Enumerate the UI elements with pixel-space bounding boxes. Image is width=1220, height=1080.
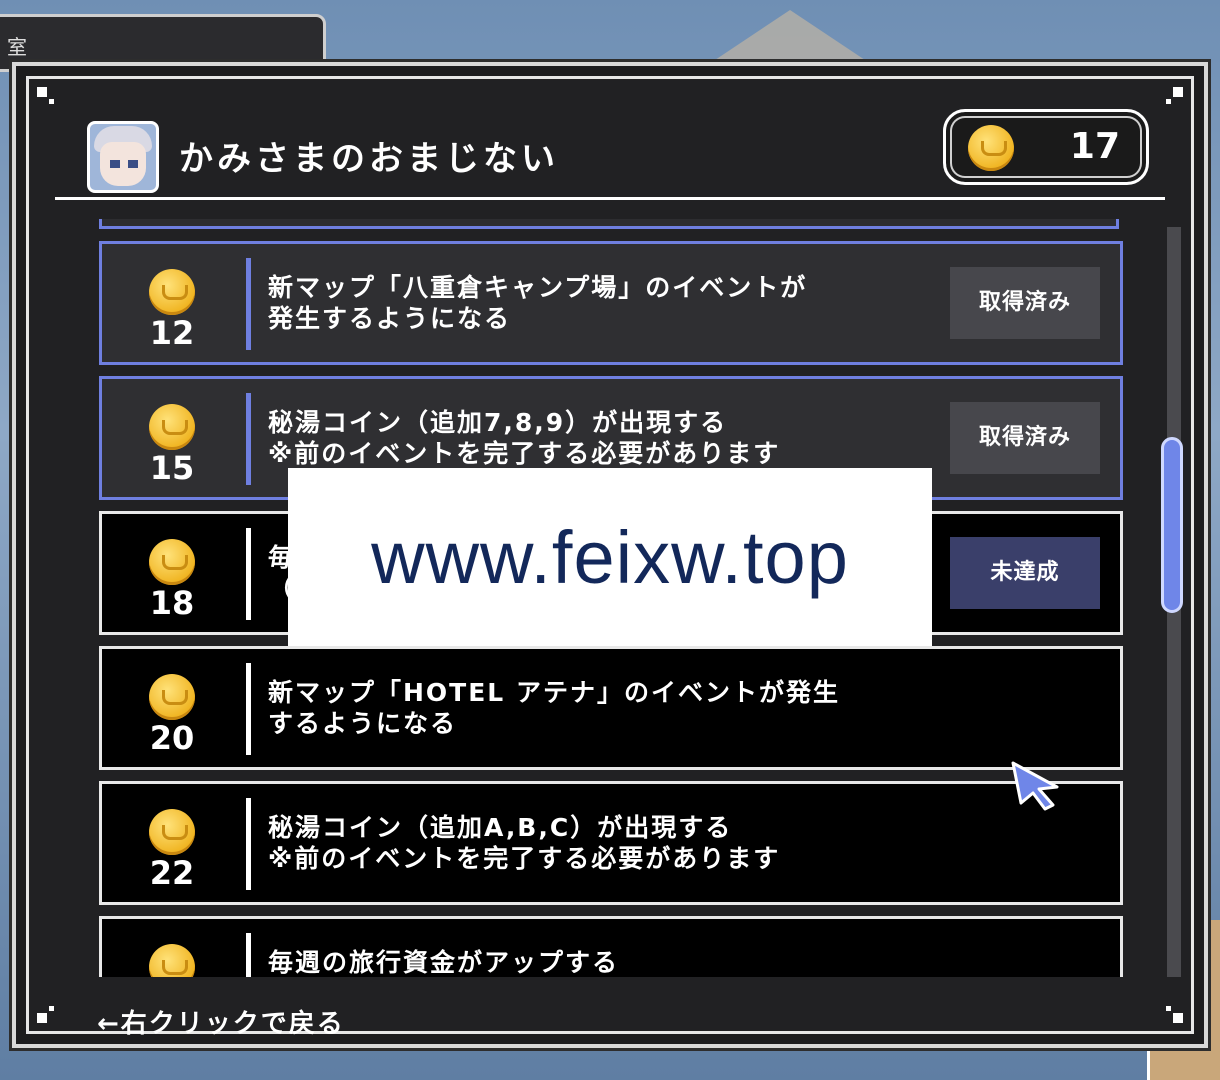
reward-row[interactable]: 20 新マップ「HOTEL アテナ」のイベントが発生 するようになる [99,646,1123,770]
corner-ornament-icon [37,87,55,105]
reward-description: 秘湯コイン（追加A,B,C）が出現する ※前のイベントを完了する必要があります [268,813,781,873]
back-hint: ←右クリックで戻る [97,1009,345,1039]
reward-row[interactable]: 22 秘湯コイン（追加A,B,C）が出現する ※前のイベントを完了する必要がありま… [99,781,1123,905]
row-divider [246,258,251,350]
corner-ornament-icon [37,1005,55,1023]
header-divider [55,197,1165,200]
claimed-badge: 取得済み [950,267,1100,339]
reward-description: 秘湯コイン（追加7,8,9）が出現する ※前のイベントを完了する必要があります [268,408,781,468]
scrollbar-thumb[interactable] [1161,437,1183,613]
coin-icon [968,125,1014,171]
reward-description: 新マップ「八重倉キャンプ場」のイベントが 発生するようになる [268,273,808,333]
corner-ornament-icon [1165,87,1183,105]
coin-icon [149,539,195,585]
reward-cost: 18 [149,584,195,622]
reward-description: 新マップ「HOTEL アテナ」のイベントが発生 するようになる [268,678,840,738]
reward-description: 毎週の旅行資金がアップする [268,948,620,977]
row-divider [246,933,251,977]
reward-row[interactable]: 毎週の旅行資金がアップする [99,916,1123,977]
reward-cost: 20 [149,719,195,757]
list-item-partial [99,219,1119,229]
coin-icon [149,809,195,855]
row-divider [246,393,251,485]
claim-button[interactable]: 未達成 [950,537,1100,609]
claimed-badge: 取得済み [950,402,1100,474]
coin-counter: 17 [943,109,1149,185]
coin-icon [149,674,195,720]
row-divider [246,663,251,755]
reward-cost: 15 [149,449,195,487]
reward-cost: 12 [149,314,195,352]
character-avatar [87,121,159,193]
coin-icon [149,404,195,450]
cursor-arrow-icon [1011,761,1059,811]
coin-icon [149,269,195,315]
watermark-banner: www.feixw.top [288,468,932,646]
background-roof [700,10,880,70]
reward-cost: 22 [149,854,195,892]
window-title: かみさまのおまじない [179,139,559,179]
row-divider [246,528,251,620]
coin-count: 17 [1069,126,1120,167]
background-tab-text: 室 [7,35,27,59]
coin-icon [149,944,195,977]
corner-ornament-icon [1165,1005,1183,1023]
row-divider [246,798,251,890]
reward-row[interactable]: 12 新マップ「八重倉キャンプ場」のイベントが 発生するようになる 取得済み [99,241,1123,365]
